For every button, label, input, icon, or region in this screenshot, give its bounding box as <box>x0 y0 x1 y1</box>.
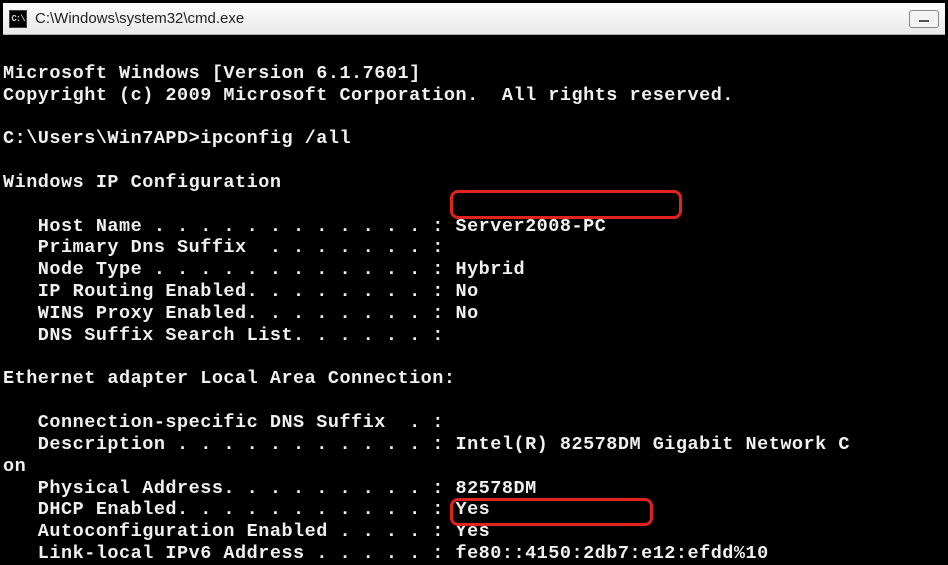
line-version: Microsoft Windows [Version 6.1.7601] <box>3 63 421 84</box>
line-wins-proxy: WINS Proxy Enabled. . . . . . . . : No <box>3 303 479 324</box>
line-description-wrap: on <box>3 456 26 477</box>
line-dhcp-enabled: DHCP Enabled. . . . . . . . . . . : Yes <box>3 499 490 520</box>
line-hostname: Host Name . . . . . . . . . . . . : Serv… <box>3 216 606 237</box>
line-physical-address: Physical Address. . . . . . . . . : 8257… <box>3 478 537 499</box>
line-section-winipconfig: Windows IP Configuration <box>3 172 281 193</box>
window-title: C:\Windows\system32\cmd.exe <box>35 10 899 27</box>
terminal-output: Microsoft Windows [Version 6.1.7601] Cop… <box>3 35 945 562</box>
cmd-icon: C:\ <box>9 10 27 28</box>
line-copyright: Copyright (c) 2009 Microsoft Corporation… <box>3 85 734 106</box>
titlebar[interactable]: C:\ C:\Windows\system32\cmd.exe <box>3 3 945 35</box>
line-primary-dns-suffix: Primary Dns Suffix . . . . . . . : <box>3 237 444 258</box>
cmd-window: C:\ C:\Windows\system32\cmd.exe Microsof… <box>3 3 945 562</box>
minimize-button[interactable] <box>909 10 939 28</box>
line-ip-routing: IP Routing Enabled. . . . . . . . : No <box>3 281 479 302</box>
line-section-ethernet: Ethernet adapter Local Area Connection: <box>3 368 455 389</box>
line-prompt-command: C:\Users\Win7APD>ipconfig /all <box>3 128 351 149</box>
line-node-type: Node Type . . . . . . . . . . . . : Hybr… <box>3 259 525 280</box>
line-description: Description . . . . . . . . . . . : Inte… <box>3 434 850 455</box>
line-conn-dns-suffix: Connection-specific DNS Suffix . : <box>3 412 444 433</box>
line-link-local-ipv6: Link-local IPv6 Address . . . . . : fe80… <box>3 543 769 562</box>
line-dns-suffix-search: DNS Suffix Search List. . . . . . : <box>3 325 444 346</box>
line-autoconfig: Autoconfiguration Enabled . . . . : Yes <box>3 521 490 542</box>
terminal-text: Microsoft Windows [Version 6.1.7601] Cop… <box>3 63 945 562</box>
